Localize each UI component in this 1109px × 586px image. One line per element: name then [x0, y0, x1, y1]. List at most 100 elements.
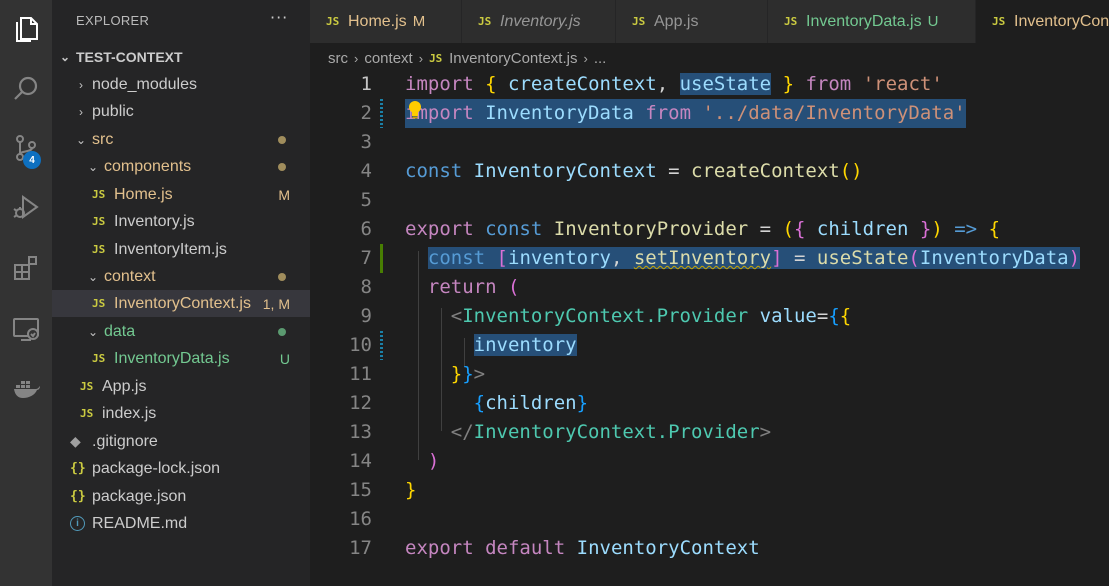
tree-item-src[interactable]: ⌄ src [52, 126, 310, 153]
chevron-down-icon: ⌄ [87, 159, 99, 174]
tree-item-label: Home.js [114, 185, 173, 203]
tree-item-package-lock-json[interactable]: {} package-lock.json [52, 455, 310, 482]
workspace-root[interactable]: ⌄ TEST-CONTEXT [52, 43, 310, 70]
tree-item-public[interactable]: › public [52, 98, 310, 125]
search-icon[interactable] [0, 62, 52, 116]
remote-explorer-icon[interactable] [0, 302, 52, 356]
chevron-right-icon: › [79, 104, 83, 119]
tab-label: InventoryCon [1014, 12, 1109, 30]
code-text: return ( [427, 276, 520, 298]
code-text: <InventoryContext.Provider value={{ [450, 305, 852, 327]
js-file-icon: JS [80, 407, 94, 420]
code-line: 1 import { createContext, useState } fro… [310, 70, 1109, 99]
tab-inventorydata-js[interactable]: JS InventoryData.js U [768, 0, 976, 43]
modified-dot [278, 135, 286, 144]
breadcrumb-item[interactable]: context [364, 50, 412, 67]
run-debug-icon[interactable] [0, 180, 52, 234]
info-file-icon: i [70, 516, 85, 531]
js-file-icon: JS [92, 188, 106, 201]
chevron-right-icon: › [418, 50, 424, 66]
tree-item-inventoryitem-js[interactable]: JS InventoryItem.js [52, 236, 310, 263]
line-number: 7 [360, 247, 372, 269]
code-line: 4 const InventoryContext = createContext… [310, 157, 1109, 186]
tab-label: Home.js [348, 12, 407, 30]
code-line: 6 export const InventoryProvider = ({ ch… [310, 215, 1109, 244]
line-number: 6 [360, 218, 372, 240]
tree-item-data[interactable]: ⌄ data [52, 318, 310, 345]
js-file-icon: JS [92, 297, 106, 310]
more-actions-icon[interactable]: ··· [270, 8, 288, 27]
js-file-icon: JS [784, 15, 798, 28]
docker-icon[interactable] [0, 360, 52, 414]
tree-item-label: package.json [92, 487, 187, 505]
breadcrumb-file[interactable]: InventoryContext.js [449, 50, 577, 67]
code-text: const [inventory, setInventory] = useSta… [427, 247, 1081, 269]
extensions-icon[interactable] [0, 241, 52, 295]
tree-item-inventory-js[interactable]: JS Inventory.js [52, 208, 310, 235]
untracked-dot [278, 327, 286, 336]
line-number: 2 [360, 102, 372, 124]
explorer-icon[interactable] [0, 2, 52, 56]
js-file-icon: JS [80, 380, 94, 393]
js-file-icon: JS [632, 15, 646, 28]
tree-item-node-modules[interactable]: › node_modules [52, 71, 310, 98]
chevron-down-icon: ⌄ [87, 324, 99, 339]
tree-item-label: README.md [92, 514, 188, 532]
git-status-modified: 1, M [262, 295, 290, 312]
js-file-icon: JS [992, 15, 1006, 28]
chevron-down-icon: ⌄ [59, 49, 71, 64]
tree-item-inventorydata-js[interactable]: JS InventoryData.js U [52, 345, 310, 372]
code-line: 9 <InventoryContext.Provider value={{ [310, 302, 1109, 331]
tree-item-label: InventoryContext.js [114, 294, 251, 312]
line-number: 9 [360, 305, 372, 327]
tree-item-label: InventoryData.js [114, 349, 230, 367]
tree-item-label: .gitignore [92, 432, 158, 450]
tree-item-readme-md[interactable]: i README.md [52, 510, 310, 537]
code-text: export default InventoryContext [405, 537, 760, 559]
line-number: 1 [360, 73, 372, 95]
breadcrumb-trail[interactable]: ... [594, 50, 607, 67]
tree-item-home-js[interactable]: JS Home.js M [52, 181, 310, 208]
tab-inventory-js[interactable]: JS Inventory.js [462, 0, 616, 43]
line-number: 4 [360, 160, 372, 182]
code-text: inventory [473, 334, 577, 356]
line-number: 14 [349, 450, 372, 472]
line-number: 11 [349, 363, 372, 385]
code-editor[interactable]: 1 import { createContext, useState } fro… [310, 70, 1109, 586]
tab-status: M [412, 13, 426, 30]
activity-bar: 4 [0, 0, 52, 586]
tab-home-js[interactable]: JS Home.js M [310, 0, 462, 43]
explorer-title: EXPLORER [76, 13, 150, 28]
tab-app-js[interactable]: JS App.js [616, 0, 768, 43]
js-file-icon: JS [92, 215, 106, 228]
tree-item-label: index.js [102, 404, 157, 422]
line-number: 8 [360, 276, 372, 298]
tree-item-label: Inventory.js [114, 212, 195, 230]
modified-dot [278, 162, 286, 171]
line-number: 5 [360, 189, 372, 211]
chevron-down-icon: ⌄ [75, 132, 87, 147]
code-text: } [405, 479, 417, 501]
tree-item-components[interactable]: ⌄ components [52, 153, 310, 180]
breadcrumb-item[interactable]: src [328, 50, 348, 67]
tree-item-inventorycontext-js[interactable]: JS InventoryContext.js 1, M [52, 290, 310, 317]
tab-inventorycontext-js[interactable]: JS InventoryCon [976, 0, 1109, 43]
chevron-right-icon: › [354, 50, 359, 66]
json-file-icon: {} [70, 489, 86, 504]
tree-item-gitignore[interactable]: ◆ .gitignore [52, 428, 310, 455]
code-line: 5 [310, 186, 1109, 215]
tree-item-app-js[interactable]: JS App.js [52, 373, 310, 400]
tree-item-context[interactable]: ⌄ context [52, 263, 310, 290]
tree-item-package-json[interactable]: {} package.json [52, 483, 310, 510]
chevron-right-icon: › [583, 50, 588, 66]
lightbulb-icon[interactable] [407, 100, 423, 120]
code-line: 13 </InventoryContext.Provider> [310, 418, 1109, 447]
tree-item-index-js[interactable]: JS index.js [52, 400, 310, 427]
git-file-icon: ◆ [70, 433, 81, 449]
workspace-root-label: TEST-CONTEXT [76, 48, 183, 65]
explorer-sidebar: EXPLORER ··· ⌄ TEST-CONTEXT › node_modul… [52, 0, 310, 586]
tree-item-label: context [104, 267, 156, 285]
code-line: 3 [310, 128, 1109, 157]
line-number: 10 [349, 334, 372, 356]
git-status-untracked: U [279, 350, 290, 367]
